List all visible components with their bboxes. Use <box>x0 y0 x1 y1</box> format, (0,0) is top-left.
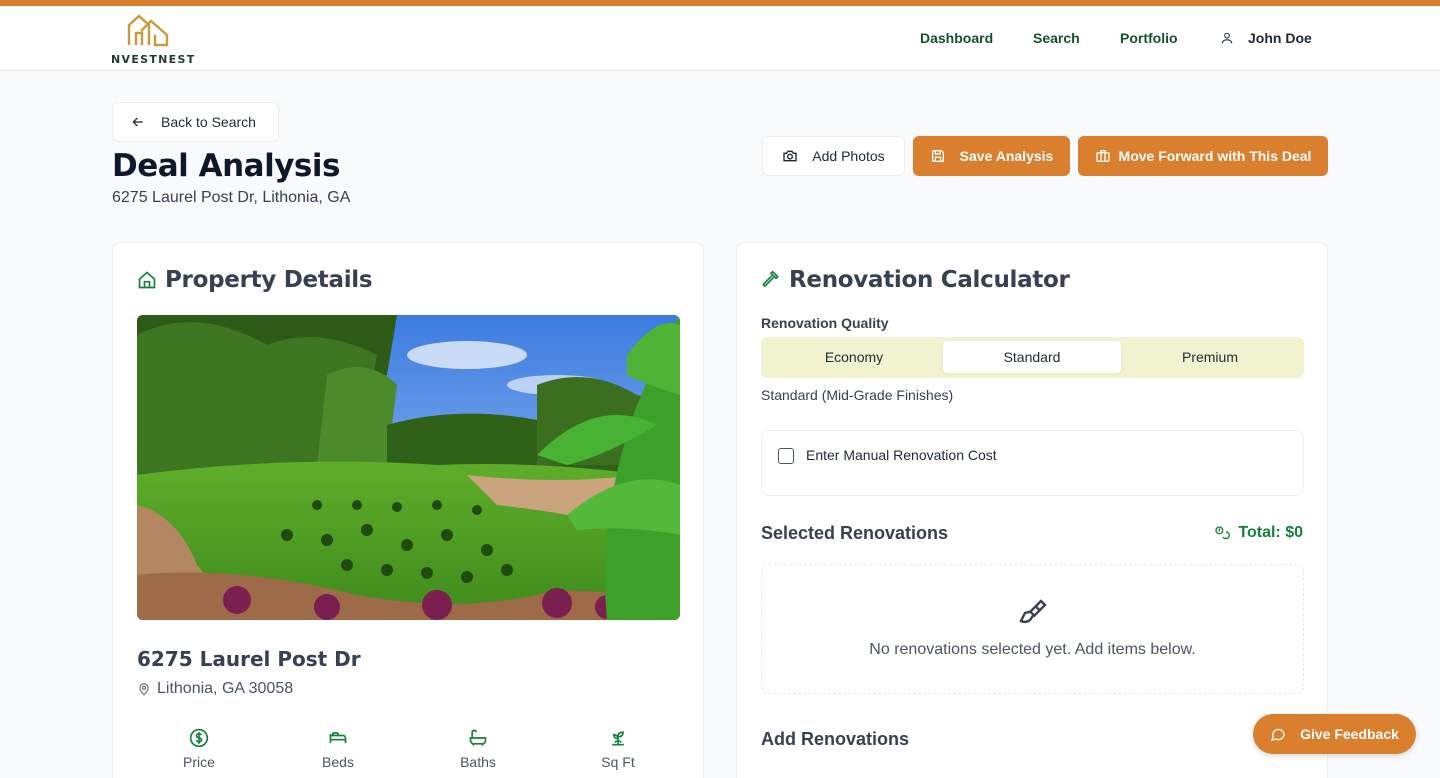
renovation-calculator-card: Renovation Calculator Renovation Quality… <box>736 242 1328 778</box>
stat-price: Price <box>149 728 249 772</box>
quality-description: Standard (Mid-Grade Finishes) <box>761 387 954 403</box>
brand-name: NVESTNEST <box>111 53 196 66</box>
arrow-left-icon <box>132 117 143 127</box>
message-circle-icon <box>1271 728 1285 741</box>
save-analysis-button[interactable]: Save Analysis <box>913 136 1070 176</box>
dollar-icon <box>189 728 209 748</box>
renovation-quality-label: Renovation Quality <box>761 315 889 331</box>
stat-baths-label: Baths <box>460 754 496 770</box>
property-details-title: Property Details <box>165 267 373 293</box>
empty-renovations-text: No renovations selected yet. Add items b… <box>869 641 1196 658</box>
landscape-image <box>137 315 680 620</box>
add-renovations-title: Add Renovations <box>761 729 910 749</box>
stat-sqft: Sq Ft <box>568 728 668 772</box>
nav-portfolio[interactable]: Portfolio <box>1120 30 1178 46</box>
property-location: Lithonia, GA 30058 <box>137 680 293 698</box>
sprout-icon <box>612 731 624 746</box>
back-label: Back to Search <box>161 114 256 130</box>
stat-baths: Baths <box>428 728 528 772</box>
move-forward-button[interactable]: Move Forward with This Deal <box>1078 136 1328 176</box>
quality-option-standard[interactable]: Standard <box>943 341 1121 373</box>
briefcase-icon <box>1095 150 1110 162</box>
user-name: John Doe <box>1248 30 1312 46</box>
page-title: Deal Analysis <box>112 148 340 184</box>
paintbrush-icon <box>1019 599 1047 624</box>
stat-price-label: Price <box>183 754 215 770</box>
property-details-header: Property Details <box>137 267 373 293</box>
quality-option-premium[interactable]: Premium <box>1121 341 1299 373</box>
quality-option-economy[interactable]: Economy <box>765 341 943 373</box>
renovation-quality-selector: Economy Standard Premium <box>761 337 1304 378</box>
user-menu[interactable]: John Doe <box>1220 28 1312 48</box>
renovation-calculator-title: Renovation Calculator <box>789 267 1070 293</box>
stat-beds: Beds <box>288 728 388 772</box>
renovation-total: Total: $0 <box>1214 524 1303 542</box>
stat-sqft-label: Sq Ft <box>601 754 635 770</box>
manual-cost-label[interactable]: Enter Manual Renovation Cost <box>806 447 997 463</box>
property-name: 6275 Laurel Post Dr <box>137 647 361 671</box>
move-forward-label: Move Forward with This Deal <box>1118 148 1312 164</box>
camera-icon <box>783 150 797 162</box>
stat-beds-label: Beds <box>322 754 354 770</box>
save-icon <box>931 150 944 162</box>
selected-renovations-empty: No renovations selected yet. Add items b… <box>761 564 1304 694</box>
save-analysis-label: Save Analysis <box>959 148 1054 164</box>
renovation-total-text: Total: $0 <box>1238 524 1303 541</box>
bath-icon <box>469 729 487 746</box>
property-location-text: Lithonia, GA 30058 <box>157 680 294 697</box>
give-feedback-button[interactable]: Give Feedback <box>1253 714 1416 754</box>
coins-icon <box>1215 526 1231 540</box>
nav-search[interactable]: Search <box>1033 30 1080 46</box>
manual-cost-box: Enter Manual Renovation Cost <box>761 430 1304 496</box>
selected-renovations-title: Selected Renovations <box>761 523 949 543</box>
home-icon <box>138 271 156 289</box>
back-to-search-button[interactable]: Back to Search <box>112 102 279 142</box>
hammer-icon <box>762 270 779 287</box>
add-photos-button[interactable]: Add Photos <box>762 136 905 176</box>
page-subtitle: 6275 Laurel Post Dr, Lithonia, GA <box>112 189 351 206</box>
property-details-card: Property Details 6275 Laurel Post Dr Lit… <box>112 242 704 778</box>
nav-dashboard[interactable]: Dashboard <box>920 30 993 46</box>
brand-logo[interactable]: NVESTNEST <box>111 13 196 66</box>
user-icon <box>1221 32 1233 44</box>
give-feedback-label: Give Feedback <box>1300 726 1399 742</box>
property-photo[interactable] <box>137 315 680 620</box>
house-logo-icon <box>127 14 169 47</box>
add-photos-label: Add Photos <box>812 148 885 164</box>
manual-cost-checkbox[interactable] <box>778 448 794 464</box>
renovation-calculator-header: Renovation Calculator <box>761 267 1070 293</box>
bed-icon <box>329 732 347 743</box>
navbar: NVESTNEST Dashboard Search Portfolio Joh… <box>0 6 1440 70</box>
map-pin-icon <box>139 683 149 696</box>
